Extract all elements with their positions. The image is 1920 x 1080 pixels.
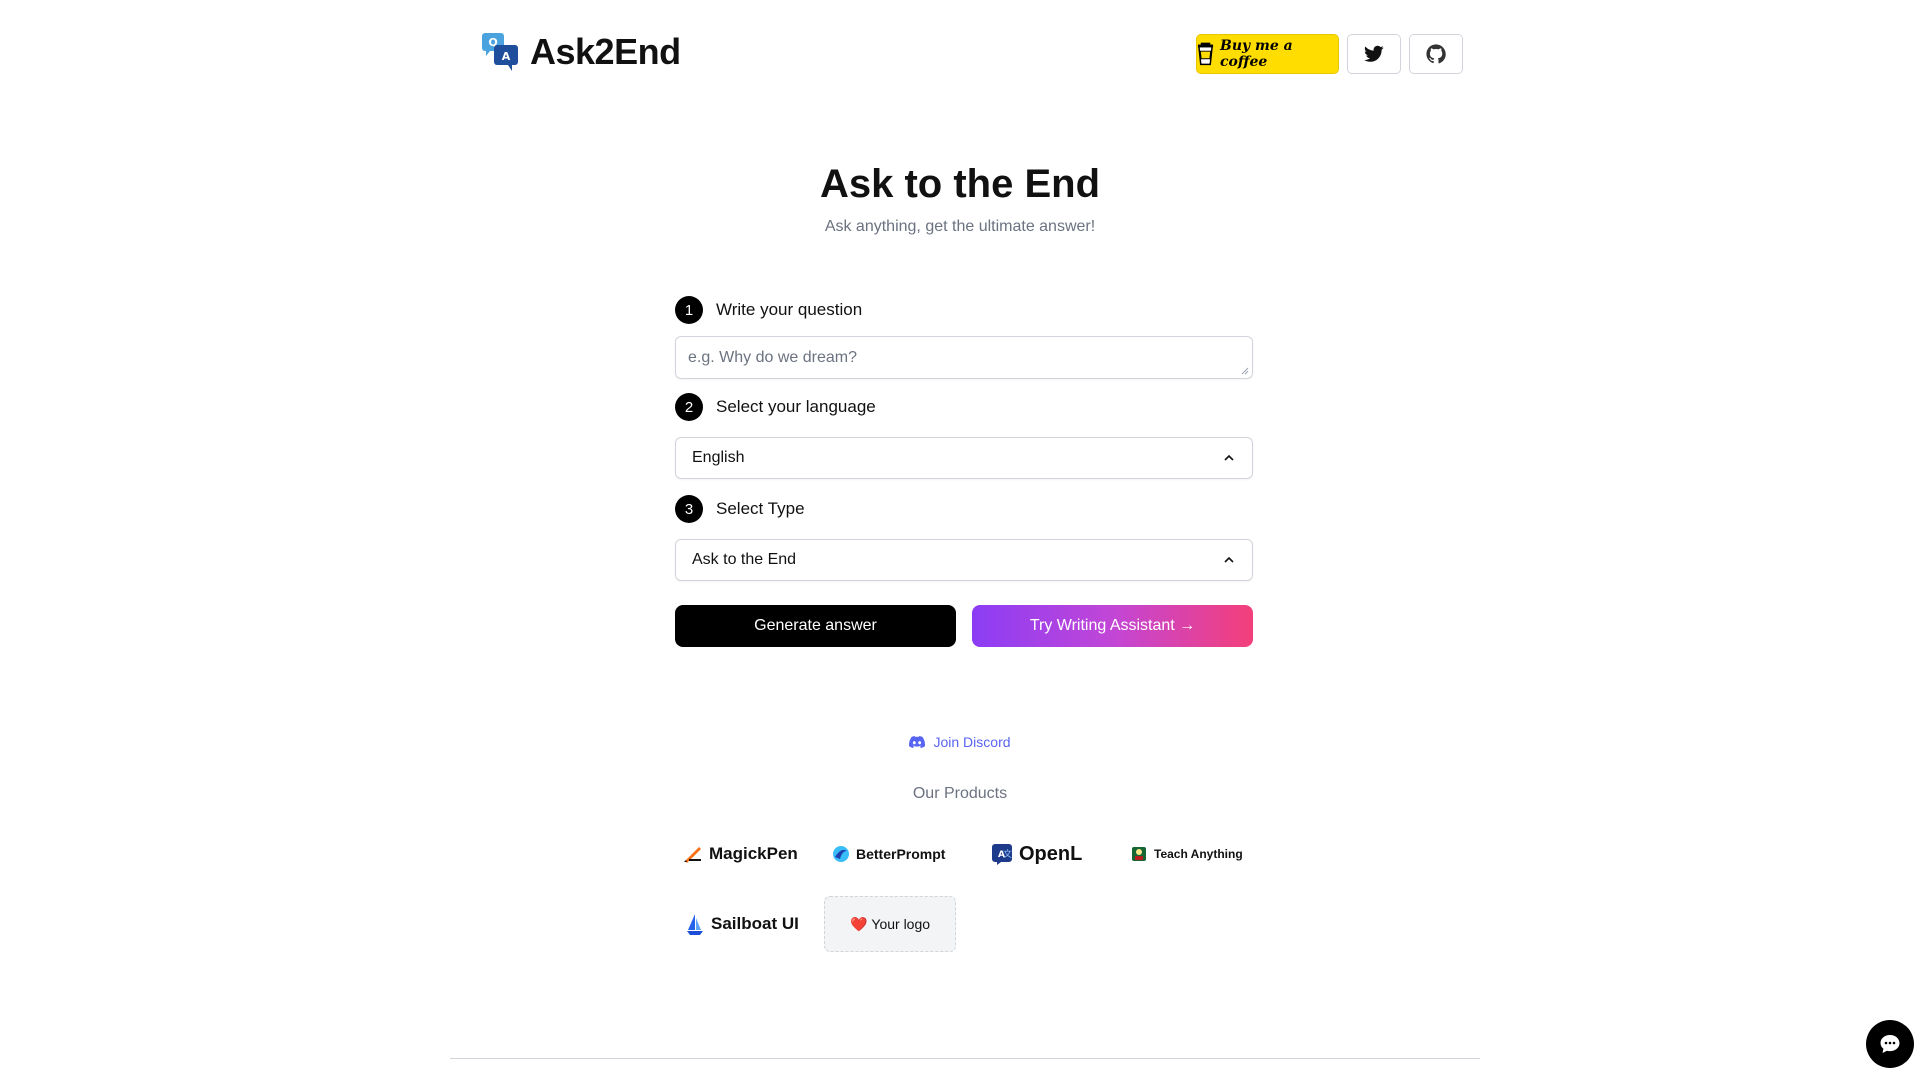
type-value: Ask to the End xyxy=(692,551,797,568)
openl-logo-icon: A 文 xyxy=(992,844,1012,865)
question-form: 1 Write your question e.g. Why do we dre… xyxy=(675,296,1253,647)
buy-me-a-coffee-button[interactable]: Buy me a coffee xyxy=(1196,34,1339,74)
question-input[interactable]: e.g. Why do we dream? xyxy=(675,336,1253,379)
product-name: Teach Anything xyxy=(1154,847,1243,861)
product-name: MagickPen xyxy=(709,844,798,863)
step-label: Select Type xyxy=(716,499,805,518)
chat-widget-button[interactable] xyxy=(1866,1020,1914,1068)
product-openl[interactable]: A 文 OpenL xyxy=(991,838,1082,870)
try-writing-assistant-button[interactable]: Try Writing Assistant → xyxy=(972,605,1253,647)
product-betterprompt[interactable]: BetterPrompt xyxy=(832,838,945,870)
discord-icon xyxy=(909,736,926,748)
github-button[interactable] xyxy=(1409,34,1463,74)
header-actions: Buy me a coffee xyxy=(1196,34,1463,74)
app-name: Ask2End xyxy=(530,31,681,72)
magickpen-logo-icon xyxy=(684,847,701,863)
step-1: 1 Write your question xyxy=(675,296,1253,324)
page-title: Ask to the End xyxy=(819,162,1101,206)
form-buttons: Generate answer Try Writing Assistant → xyxy=(675,605,1253,647)
betterprompt-logo-icon xyxy=(833,846,849,862)
chat-bubble-icon xyxy=(1880,1035,1900,1053)
twitter-button[interactable] xyxy=(1347,34,1401,74)
coffee-cup-icon xyxy=(1197,42,1214,66)
chevron-up-icon xyxy=(1224,556,1234,563)
product-teach-anything[interactable]: Teach Anything xyxy=(1130,838,1243,870)
your-logo-slot[interactable]: ❤️ Your logo xyxy=(824,896,956,952)
coffee-label: Buy me a coffee xyxy=(1220,38,1293,70)
products-heading: Our Products xyxy=(912,785,1008,802)
heart-icon: ❤️ xyxy=(849,915,868,932)
your-logo-label: Your logo xyxy=(871,916,931,932)
step-2: 2 Select your language xyxy=(675,393,1253,421)
page-subtitle: Ask anything, get the ultimate answer! xyxy=(824,218,1096,235)
step-label: Select your language xyxy=(716,397,876,416)
question-placeholder: e.g. Why do we dream? xyxy=(688,348,857,366)
language-value: English xyxy=(692,449,745,466)
svg-text:文: 文 xyxy=(1003,848,1012,860)
twitter-icon xyxy=(1364,45,1384,62)
footer-divider xyxy=(450,1058,1480,1059)
logo[interactable]: Q A Ask2End xyxy=(480,30,681,74)
type-select[interactable]: Ask to the End xyxy=(675,539,1253,581)
chevron-up-icon xyxy=(1224,454,1234,461)
product-sailboat-ui[interactable]: Sailboat UI xyxy=(685,908,799,940)
product-name: OpenL xyxy=(1019,842,1083,865)
header: Q A Ask2End Buy me a coffee xyxy=(480,30,1463,78)
language-select[interactable]: English xyxy=(675,437,1253,479)
sailboat-logo-icon xyxy=(687,914,703,935)
discord-label: Join Discord xyxy=(933,734,1011,750)
step-label: Write your question xyxy=(716,300,863,319)
qa-logo-icon: Q A xyxy=(480,31,520,73)
join-discord-link[interactable]: Join Discord xyxy=(0,734,1920,750)
github-icon xyxy=(1426,44,1446,64)
svg-text:A: A xyxy=(502,50,511,63)
generate-answer-button[interactable]: Generate answer xyxy=(675,605,956,647)
teach-anything-logo-icon xyxy=(1132,847,1146,861)
step-number: 2 xyxy=(675,393,703,421)
product-name: Sailboat UI xyxy=(711,914,799,933)
step-3: 3 Select Type xyxy=(675,495,1253,523)
step-number: 1 xyxy=(675,296,703,324)
product-magickpen[interactable]: MagickPen xyxy=(683,838,798,870)
resize-handle-icon[interactable] xyxy=(1241,367,1249,375)
step-number: 3 xyxy=(675,495,703,523)
product-name: BetterPrompt xyxy=(856,846,946,862)
